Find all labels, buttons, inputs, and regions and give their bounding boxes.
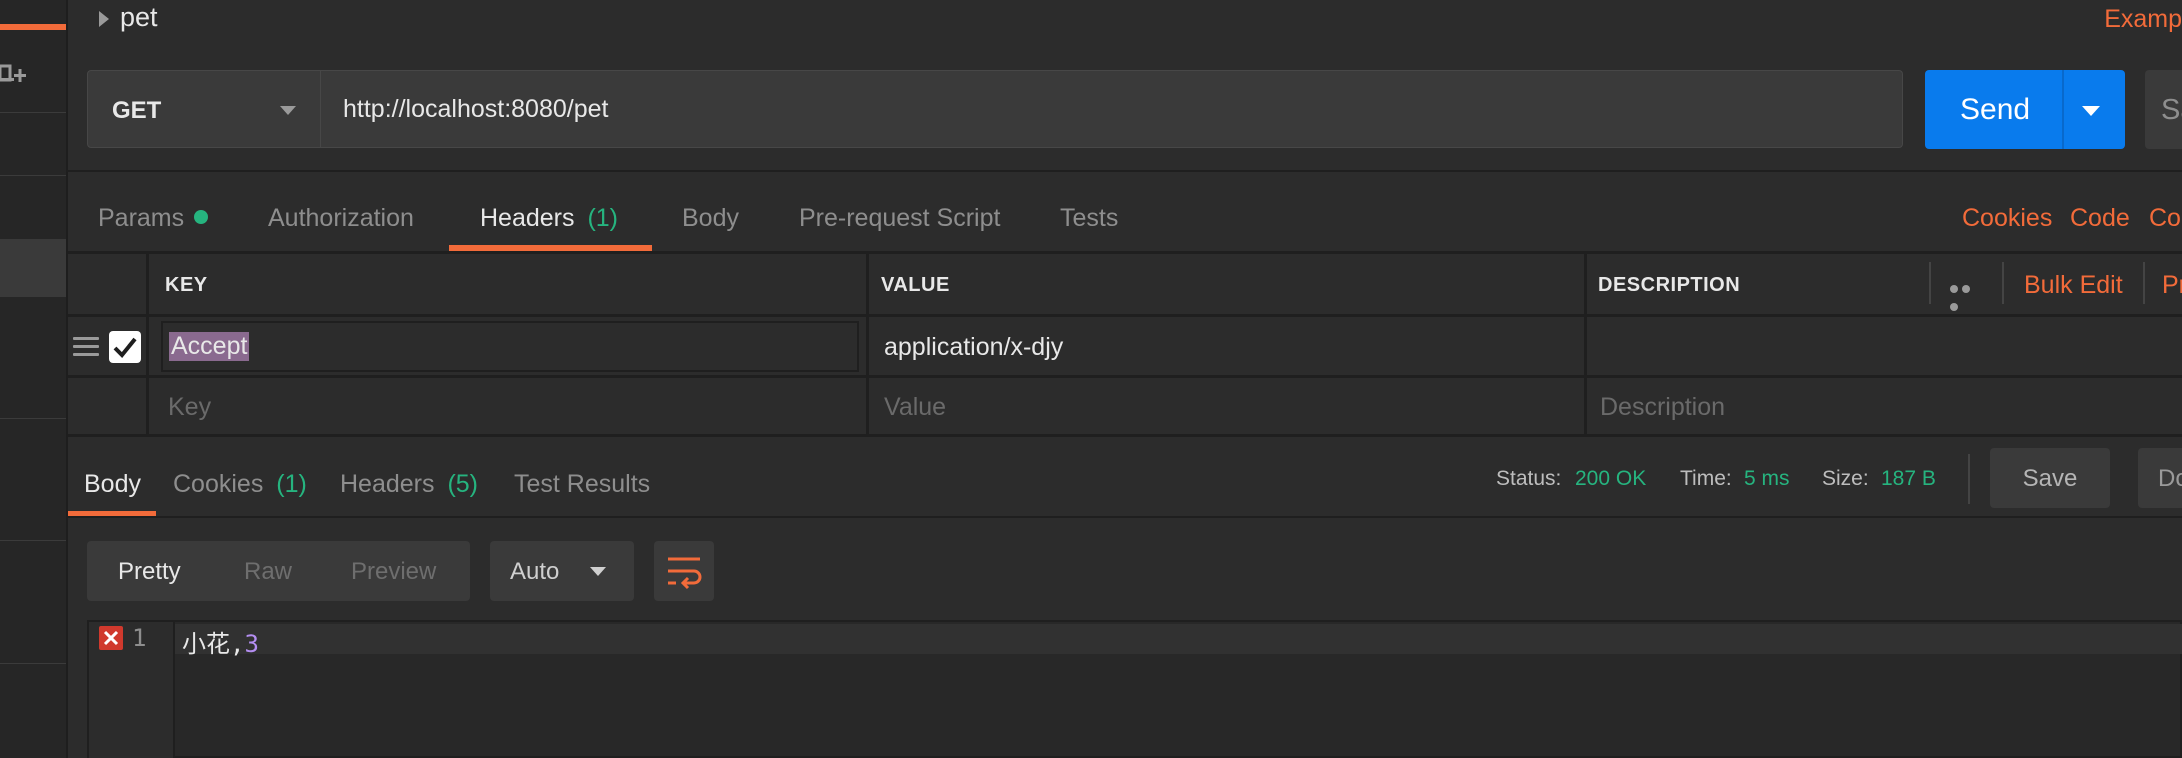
table-border — [2143, 262, 2145, 304]
more-options-icon[interactable] — [1950, 280, 1984, 311]
tab-body[interactable]: Body — [682, 204, 739, 233]
params-indicator-dot — [194, 210, 209, 224]
table-border — [68, 375, 2182, 378]
tab-authorization[interactable]: Authorization — [268, 204, 414, 233]
tab-headers-count: (1) — [587, 204, 619, 232]
download-response-button[interactable]: Do — [2138, 448, 2182, 508]
method-select[interactable]: GET — [87, 70, 321, 148]
response-tab-test-results[interactable]: Test Results — [514, 470, 650, 499]
response-tab-headers[interactable]: Headers (5) — [340, 470, 478, 499]
table-border — [866, 252, 869, 436]
header-description-cell[interactable] — [1600, 333, 2160, 363]
rail-divider — [0, 418, 66, 419]
column-header-value: VALUE — [881, 274, 950, 296]
save-request-button[interactable]: Sa — [2145, 70, 2182, 149]
rail-item-selected[interactable] — [0, 239, 66, 297]
header-key-value: Accept — [169, 332, 250, 361]
request-name-row: pet Examp — [66, 0, 2182, 40]
table-border — [146, 252, 149, 436]
send-divider — [2062, 70, 2064, 149]
chevron-down-icon — [280, 106, 296, 115]
size-label: Size: — [1822, 467, 1869, 490]
tab-headers[interactable]: Headers (1) — [480, 204, 618, 233]
table-border — [1929, 262, 1931, 304]
expand-caret-icon[interactable] — [99, 11, 109, 27]
status-divider — [1968, 454, 1970, 504]
chevron-down-icon — [590, 567, 606, 576]
response-tab-cookies-label: Cookies — [173, 470, 264, 498]
drag-handle-icon[interactable] — [73, 337, 99, 357]
rail-divider — [0, 663, 66, 664]
status-value[interactable]: 200 OK — [1575, 467, 1646, 491]
divider — [66, 516, 2182, 518]
save-response-button[interactable]: Save — [1990, 448, 2110, 508]
tab-tests[interactable]: Tests — [1060, 204, 1118, 233]
rail-active-indicator — [0, 24, 66, 30]
request-name[interactable]: pet — [120, 2, 158, 33]
new-value-input[interactable]: Value — [884, 393, 946, 422]
response-tab-cookies-count: (1) — [276, 470, 307, 498]
view-preview-button[interactable]: Preview — [351, 558, 436, 586]
new-key-input[interactable]: Key — [168, 393, 211, 422]
view-pretty-button[interactable]: Pretty — [118, 558, 181, 586]
divider — [66, 170, 2182, 172]
tab-pre-request-script[interactable]: Pre-request Script — [799, 204, 1000, 233]
response-tab-cookies[interactable]: Cookies (1) — [173, 470, 307, 499]
code-link[interactable]: Code — [2070, 204, 2130, 233]
response-tab-headers-label: Headers — [340, 470, 435, 498]
code-text: 小花, — [182, 630, 245, 658]
header-value-cell[interactable]: application/x-djy — [884, 333, 1063, 362]
examples-link[interactable]: Examp — [2104, 5, 2182, 34]
bulk-edit-link[interactable]: Bulk Edit — [2024, 271, 2123, 300]
wrap-lines-button[interactable] — [654, 541, 714, 601]
tab-headers-label: Headers — [480, 204, 575, 232]
table-border — [68, 434, 2182, 437]
format-value: Auto — [510, 558, 560, 585]
active-line-highlight — [175, 624, 2182, 654]
code-line: 小花,3 — [182, 624, 259, 659]
tab-params[interactable]: Params — [98, 204, 209, 233]
line-number: 1 — [132, 624, 147, 652]
save-request-label: Sa — [2161, 94, 2182, 126]
wrap-lines-icon — [668, 557, 702, 590]
send-button[interactable]: Send — [1925, 70, 2125, 149]
header-key-input[interactable]: Accept — [161, 321, 859, 372]
header-enabled-checkbox[interactable] — [109, 331, 141, 363]
comments-link[interactable]: Cor — [2149, 204, 2182, 233]
tab-params-label: Params — [98, 204, 185, 232]
send-label: Send — [1960, 93, 2031, 126]
column-header-key: KEY — [165, 274, 208, 296]
url-value: http://localhost:8080/pet — [343, 95, 609, 123]
url-input[interactable]: http://localhost:8080/pet — [321, 70, 1903, 148]
save-response-label: Save — [2022, 465, 2078, 492]
code-number: 3 — [244, 630, 259, 658]
cookies-link[interactable]: Cookies — [1962, 204, 2052, 233]
table-border — [68, 251, 2182, 254]
format-select[interactable]: Auto — [490, 541, 634, 601]
table-border — [68, 314, 2182, 317]
sidebar-rail — [0, 0, 68, 758]
response-tab-headers-count: (5) — [447, 470, 479, 498]
rail-divider — [0, 175, 66, 176]
download-response-label: Do — [2158, 465, 2182, 492]
presets-link[interactable]: Pr — [2162, 271, 2182, 300]
new-description-input[interactable]: Description — [1600, 393, 1725, 422]
check-icon — [113, 337, 137, 358]
rail-divider — [0, 112, 66, 113]
send-options-chevron-icon[interactable] — [2082, 106, 2100, 116]
new-collection-icon[interactable] — [0, 60, 26, 94]
column-header-description: DESCRIPTION — [1598, 274, 1741, 296]
table-border — [1584, 252, 1587, 436]
method-value: GET — [112, 97, 162, 124]
error-icon — [99, 626, 123, 650]
time-value[interactable]: 5 ms — [1744, 467, 1790, 491]
rail-divider — [0, 540, 66, 541]
view-raw-button[interactable]: Raw — [244, 558, 292, 586]
response-tab-body[interactable]: Body — [84, 470, 141, 499]
time-label: Time: — [1680, 467, 1732, 490]
status-label: Status: — [1496, 467, 1562, 490]
table-border — [2002, 262, 2004, 304]
body-view-toggle: Pretty Raw Preview — [87, 541, 470, 601]
size-value[interactable]: 187 B — [1881, 467, 1936, 491]
